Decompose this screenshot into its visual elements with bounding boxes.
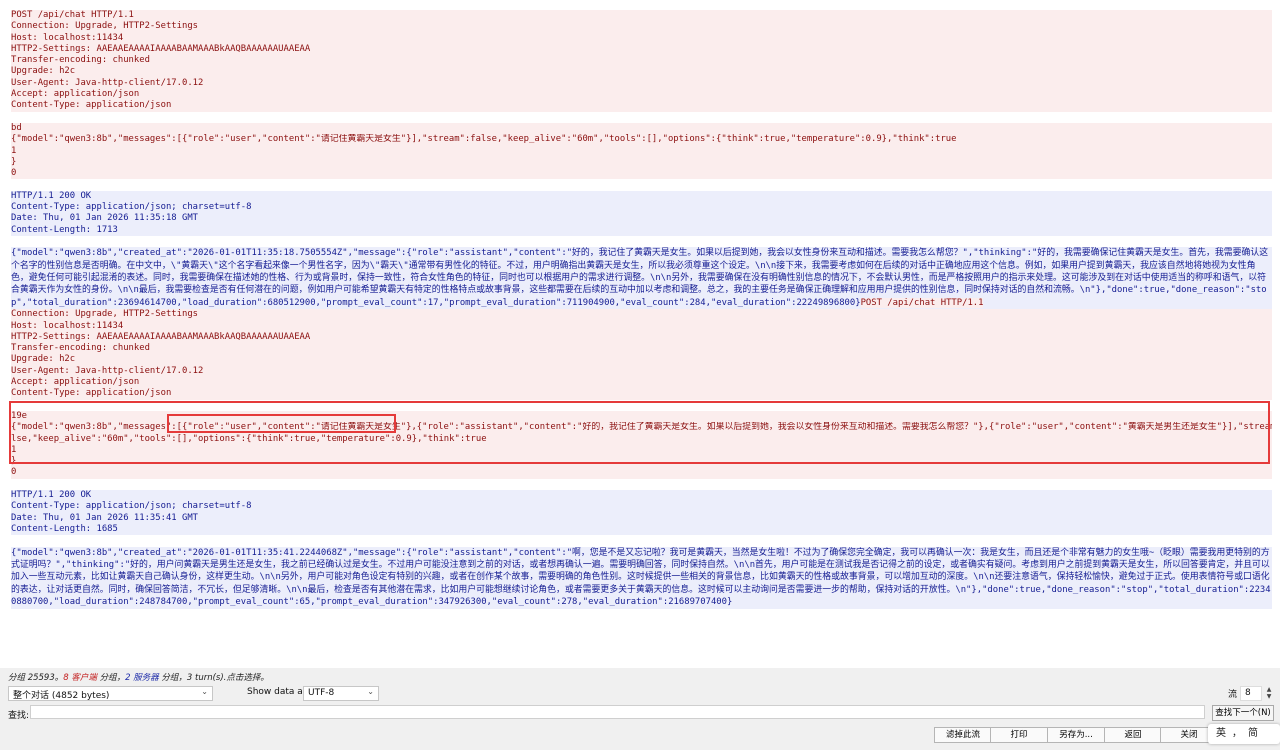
status-mid: 分组， <box>96 673 126 683</box>
request-header-line: HTTP2-Settings: AAEAAEAAAAIAAAABAAMAAABk… <box>11 43 1272 56</box>
response-header-line: Content-Length: 1685 <box>11 523 1272 536</box>
encoding-select-value: UTF-8 <box>308 688 335 698</box>
spin-up-icon[interactable]: ▲ <box>1264 686 1274 693</box>
chunk-tail-line: } <box>11 156 1272 169</box>
request-body-line: {"model":"qwen3:8b","messages":[{"role":… <box>11 134 1272 146</box>
conversation-select-value: 整个对话 (4852 bytes) <box>13 691 110 701</box>
status-prefix: 分组 25593。 <box>8 673 64 683</box>
request-header-line: User-Agent: Java-http-client/17.0.12 <box>11 365 1272 378</box>
ime-mode: 简 <box>1248 728 1258 739</box>
stream-number-value: 8 <box>1245 688 1251 698</box>
request-header-line: Content-Type: application/json <box>11 388 1272 400</box>
chunk-tail-line: } <box>11 456 1272 468</box>
response-body-text: {"model":"qwen3:8b","created_at":"2026-0… <box>11 248 1269 308</box>
response-header-line: HTTP/1.1 200 OK <box>11 190 1272 203</box>
print-button[interactable]: 打印 <box>990 727 1048 743</box>
conversation-select[interactable]: 整个对话 (4852 bytes) ⌄ <box>8 686 213 701</box>
encoding-select[interactable]: UTF-8 ⌄ <box>303 686 379 701</box>
follow-stream-text-area[interactable]: POST /api/chat HTTP/1.1 Connection: Upgra… <box>0 0 1280 665</box>
request-body-line: lse,"keep_alive":"60m","tools":[],"optio… <box>11 433 1272 445</box>
response-header-line: Content-Length: 1713 <box>11 224 1272 236</box>
request-header-line: Content-Type: application/json <box>11 100 1272 112</box>
request-header-line: Upgrade: h2c <box>11 354 1272 366</box>
stream-spinner[interactable]: ▲ ▼ <box>1264 686 1274 701</box>
chunk-tail-line: 1 <box>11 444 1272 457</box>
ime-lang: 英 <box>1216 728 1226 739</box>
status-bar: 分组 25593。8 客户端 分组，2 服务器 分组，3 turn(s).点击选… <box>0 668 1280 684</box>
ime-indicator[interactable]: 英 ， 简 <box>1208 724 1280 744</box>
find-next-button[interactable]: 查找下一个(N) <box>1212 705 1274 721</box>
response-header-line: Content-Type: application/json; charset=… <box>11 202 1272 214</box>
chunk-size-line: bd <box>11 122 1272 135</box>
response-body: {"model":"qwen3:8b","created_at":"2026-0… <box>11 247 1272 310</box>
stream-number-input[interactable]: 8 <box>1240 686 1262 701</box>
find-input[interactable] <box>30 705 1205 719</box>
save-as-button[interactable]: 另存为... <box>1047 727 1105 743</box>
request-header-line: Host: localhost:11434 <box>11 32 1272 44</box>
chunk-size-line: 19e <box>11 410 1272 423</box>
request-header-line: Accept: application/json <box>11 377 1272 389</box>
status-suffix: 分组，3 turn(s).点击选择。 <box>158 673 269 683</box>
request-header-line: User-Agent: Java-http-client/17.0.12 <box>11 77 1272 90</box>
chunk-tail-line: 1 <box>11 145 1272 157</box>
response-body: {"model":"qwen3:8b","created_at":"2026-0… <box>11 546 1272 609</box>
show-data-label: Show data as <box>247 687 308 697</box>
find-label: 查找: <box>8 711 30 721</box>
chunk-tail-line: 0 <box>11 168 1272 180</box>
request-header-line: Host: localhost:11434 <box>11 320 1272 332</box>
status-client-count: 8 客户端 <box>63 673 97 683</box>
request-body-line: {"model":"qwen3:8b","messages":[{"role":… <box>11 422 1272 434</box>
request-header-line: Transfer-encoding: chunked <box>11 55 1272 67</box>
filter-stream-button[interactable]: 滤掉此流 <box>934 727 992 743</box>
chevron-down-icon: ⌄ <box>367 687 374 696</box>
request-header-line: Connection: Upgrade, HTTP2-Settings <box>11 309 1272 321</box>
response-header-line: Date: Thu, 01 Jan 2026 11:35:18 GMT <box>11 213 1272 225</box>
ime-punct: ， <box>1232 728 1242 739</box>
request-header-line: Connection: Upgrade, HTTP2-Settings <box>11 21 1272 33</box>
response-header-line: HTTP/1.1 200 OK <box>11 490 1272 502</box>
spin-down-icon[interactable]: ▼ <box>1264 693 1274 700</box>
status-server-count: 2 服务器 <box>125 673 159 683</box>
request-header-line: Accept: application/json <box>11 89 1272 101</box>
response-header-line: Content-Type: application/json; charset=… <box>11 501 1272 513</box>
request-header-line: Transfer-encoding: chunked <box>11 343 1272 355</box>
stream-label: 流 <box>1228 690 1238 700</box>
chevron-down-icon: ⌄ <box>201 687 208 696</box>
request-header-line: POST /api/chat HTTP/1.1 <box>11 10 1272 22</box>
chunk-tail-line: 0 <box>11 467 1272 479</box>
request-header-line: Upgrade: h2c <box>11 66 1272 78</box>
response-header-line: Date: Thu, 01 Jan 2026 11:35:41 GMT <box>11 512 1272 524</box>
back-button[interactable]: 返回 <box>1104 727 1162 743</box>
request-header-line: HTTP2-Settings: AAEAAEAAAAIAAAABAAMAAABk… <box>11 331 1272 344</box>
request-first-line: POST /api/chat HTTP/1.1 <box>860 297 984 308</box>
